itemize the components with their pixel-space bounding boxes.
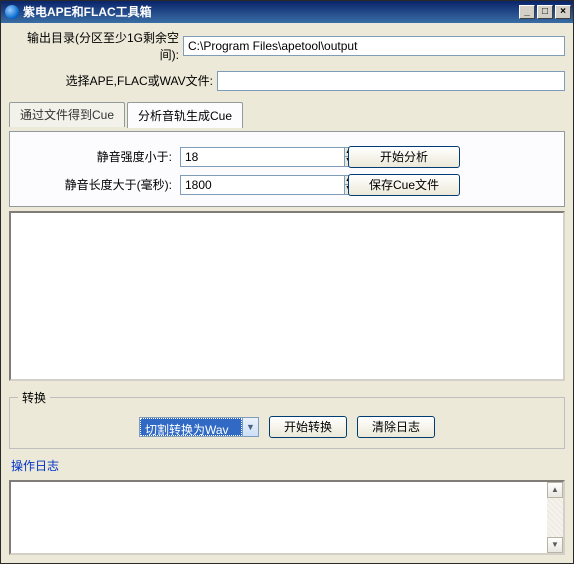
convert-mode-value: 切割转换为Wav: [140, 418, 242, 436]
result-list[interactable]: [9, 211, 565, 381]
log-label: 操作日志: [9, 455, 565, 476]
convert-row: 切割转换为Wav ▼ 开始转换 清除日志: [18, 416, 556, 438]
tab-strip: 通过文件得到Cue 分析音轨生成Cue: [9, 101, 565, 127]
minimize-button[interactable]: _: [519, 5, 535, 19]
start-convert-button[interactable]: 开始转换: [269, 416, 347, 438]
title-bar: 紫电APE和FLAC工具箱 _ □ ×: [1, 1, 573, 23]
silence-intensity-row: 静音强度小于: ▲ ▼ 开始分析: [20, 146, 554, 168]
silence-length-row: 静音长度大于(毫秒): ▲ ▼ 保存Cue文件: [20, 174, 554, 196]
output-dir-row: 输出目录(分区至少1G剩余空间):: [9, 29, 565, 63]
output-dir-label: 输出目录(分区至少1G剩余空间):: [9, 29, 179, 63]
select-file-label: 选择APE,FLAC或WAV文件:: [9, 72, 213, 89]
select-file-input[interactable]: [217, 71, 565, 91]
scroll-track[interactable]: [547, 498, 563, 537]
client-area: 输出目录(分区至少1G剩余空间): 选择APE,FLAC或WAV文件: 通过文件…: [1, 23, 573, 563]
scroll-up-icon[interactable]: ▲: [547, 482, 563, 498]
convert-legend: 转换: [18, 389, 50, 406]
app-icon: [5, 5, 19, 19]
scroll-down-icon[interactable]: ▼: [547, 537, 563, 553]
silence-intensity-spinner: ▲ ▼: [180, 147, 314, 167]
close-button[interactable]: ×: [555, 5, 571, 19]
output-dir-input[interactable]: [183, 36, 565, 56]
window-buttons: _ □ ×: [519, 5, 571, 19]
convert-mode-select[interactable]: 切割转换为Wav ▼: [139, 417, 259, 437]
start-analyze-button[interactable]: 开始分析: [348, 146, 460, 168]
silence-length-spinner: ▲ ▼: [180, 175, 314, 195]
chevron-down-icon: ▼: [242, 418, 258, 436]
select-file-row: 选择APE,FLAC或WAV文件:: [9, 71, 565, 91]
silence-length-input[interactable]: [180, 175, 344, 195]
clear-log-button[interactable]: 清除日志: [357, 416, 435, 438]
silence-length-label: 静音长度大于(毫秒):: [20, 176, 172, 193]
tab-analyze-cue[interactable]: 分析音轨生成Cue: [127, 102, 243, 128]
silence-intensity-label: 静音强度小于:: [20, 148, 172, 165]
app-window: 紫电APE和FLAC工具箱 _ □ × 输出目录(分区至少1G剩余空间): 选择…: [0, 0, 574, 564]
window-title: 紫电APE和FLAC工具箱: [23, 3, 519, 20]
convert-group: 转换 切割转换为Wav ▼ 开始转换 清除日志: [9, 389, 565, 449]
tab-panel-analyze: 静音强度小于: ▲ ▼ 开始分析 静音长度大于(毫秒): ▲: [9, 131, 565, 207]
maximize-button[interactable]: □: [537, 5, 553, 19]
log-panel[interactable]: ▲ ▼: [9, 480, 565, 555]
save-cue-button[interactable]: 保存Cue文件: [348, 174, 460, 196]
tab-file-to-cue[interactable]: 通过文件得到Cue: [9, 102, 125, 127]
log-scrollbar[interactable]: ▲ ▼: [547, 482, 563, 553]
silence-intensity-input[interactable]: [180, 147, 344, 167]
